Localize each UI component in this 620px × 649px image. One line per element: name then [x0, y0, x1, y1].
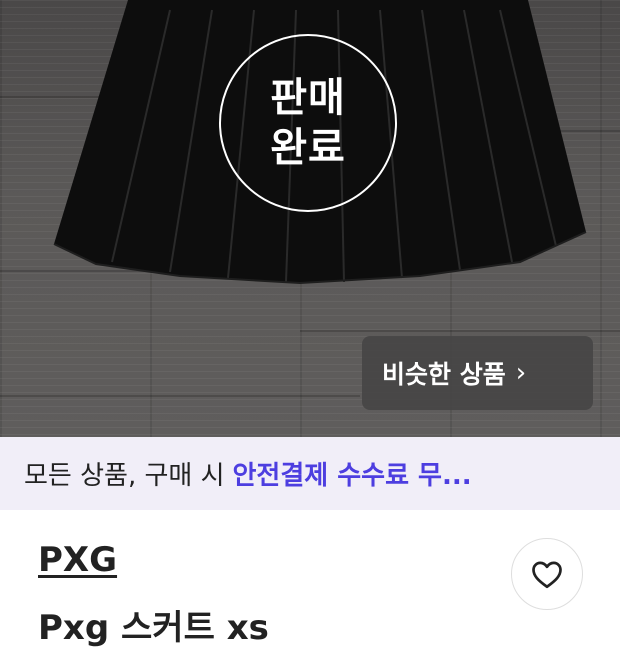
- product-image[interactable]: 판매 완료 비슷한 상품 ›: [0, 0, 620, 437]
- sold-badge-line1: 판매: [270, 75, 346, 121]
- like-button[interactable]: [511, 538, 583, 610]
- similar-products-button[interactable]: 비슷한 상품 ›: [362, 336, 593, 410]
- floor-plank-line: [0, 395, 360, 397]
- promo-highlight: 안전결제 수수료 무...: [232, 461, 472, 491]
- promo-prefix: 모든 상품, 구매 시: [24, 461, 225, 491]
- chevron-right-icon: ›: [515, 358, 527, 388]
- product-title: Pxg 스커트 xs: [38, 608, 269, 648]
- sold-badge-line2: 완료: [270, 125, 346, 171]
- floor-plank-line: [300, 330, 620, 332]
- heart-outline-icon: [532, 561, 562, 589]
- promo-banner[interactable]: 모든 상품, 구매 시 안전결제 수수료 무...: [0, 437, 620, 510]
- similar-products-label: 비슷한 상품: [382, 360, 506, 389]
- sold-out-badge: 판매 완료: [219, 34, 397, 212]
- brand-link[interactable]: PXG: [38, 540, 117, 580]
